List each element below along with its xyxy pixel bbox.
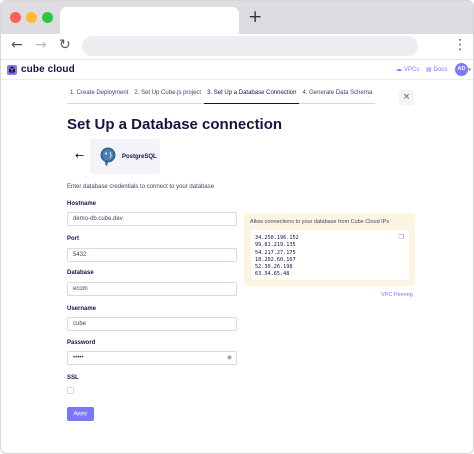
back-arrow-icon[interactable]: ← (11, 37, 23, 53)
ip-address: 34.258.196.152 (255, 235, 299, 241)
database-field[interactable]: ecom (67, 282, 237, 296)
back-arrow-icon[interactable]: ← (75, 149, 84, 162)
ip-address: 54.217.27.175 (255, 249, 296, 256)
vpc-peering-link[interactable]: VPC Peering (381, 292, 413, 298)
cube-cloud-logo[interactable]: cube cloud (7, 64, 75, 75)
wizard-steps: 1. Create Deployment 2. Set Up Cube.js p… (67, 90, 376, 104)
forward-arrow-icon[interactable]: → (35, 37, 47, 53)
address-row: ← → ↻ ⋮ (1, 34, 473, 59)
close-button[interactable]: × (399, 90, 414, 105)
address-bar[interactable] (82, 36, 418, 56)
copy-icon[interactable]: ❐ (399, 234, 404, 241)
password-label: Password (67, 340, 96, 346)
database-card[interactable]: PostgreSQL (90, 139, 160, 174)
ip-allowlist-panel: Allow connections to your database from … (244, 213, 415, 286)
browser-window: + ← → ↻ ⋮ cube cloud ☁ VPCs ▤ Docs AD ▼ … (0, 0, 474, 454)
tab-strip: + (1, 1, 473, 34)
browser-tab[interactable] (60, 7, 239, 34)
docs-link-label: Docs (433, 66, 448, 73)
ssl-label: SSL (67, 375, 79, 381)
intro-text: Enter database credentials to connect to… (67, 184, 215, 190)
ip-list: 34.258.196.152 99.81.219.135 54.217.27.1… (251, 230, 409, 280)
eye-icon[interactable]: ◉ (227, 352, 232, 364)
vpcs-link[interactable]: ☁ VPCs (396, 66, 419, 73)
step-generate-schema[interactable]: 4. Generate Data Schema (299, 90, 376, 104)
hostname-field[interactable]: demo-db.cube.dev (67, 212, 237, 226)
page-title: Set Up a Database connection (67, 116, 283, 133)
vpc-icon: ☁ (396, 66, 402, 73)
ssl-checkbox[interactable] (67, 387, 74, 394)
docs-icon: ▤ (426, 66, 432, 73)
step-database-connection[interactable]: 3. Set Up a Database Connection (204, 90, 300, 104)
reload-icon[interactable]: ↻ (59, 37, 71, 53)
chevron-down-icon[interactable]: ▼ (468, 67, 471, 72)
port-field[interactable]: 5432 (67, 248, 237, 262)
new-tab-button[interactable]: + (248, 9, 262, 26)
close-window-dot[interactable] (10, 12, 21, 23)
step-setup-project[interactable]: 2. Set Up Cube.js project (131, 90, 205, 104)
avatar[interactable]: AD (455, 63, 468, 76)
database-label: Database (67, 270, 94, 276)
step-create-deployment[interactable]: 1. Create Deployment (67, 90, 132, 104)
password-value: ••••• (73, 355, 84, 361)
postgresql-icon (100, 147, 116, 166)
minimize-window-dot[interactable] (26, 12, 37, 23)
password-field[interactable]: ••••• ◉ (67, 351, 237, 365)
username-field[interactable]: cube (67, 317, 237, 331)
ip-panel-title: Allow connections to your database from … (250, 219, 390, 225)
logo-text: cube cloud (21, 64, 75, 75)
docs-link[interactable]: ▤ Docs (426, 66, 447, 73)
vpcs-link-label: VPCs (404, 66, 420, 73)
apply-button[interactable]: Apply (67, 407, 94, 421)
username-label: Username (67, 306, 97, 312)
ip-address: 99.81.219.135 (255, 242, 296, 249)
browser-menu-icon[interactable]: ⋮ (453, 37, 467, 53)
ip-address: 52.30.26.198 (255, 264, 293, 271)
database-name: PostgreSQL (122, 153, 157, 160)
app-header: cube cloud ☁ VPCs ▤ Docs AD ▼ (1, 59, 473, 80)
ip-address: 18.202.60.167 (255, 256, 296, 263)
port-label: Port (67, 236, 79, 242)
ip-address: 63.34.65.48 (255, 271, 290, 278)
hostname-label: Hostname (67, 201, 97, 207)
cube-logo-icon (7, 64, 17, 75)
maximize-window-dot[interactable] (42, 12, 53, 23)
